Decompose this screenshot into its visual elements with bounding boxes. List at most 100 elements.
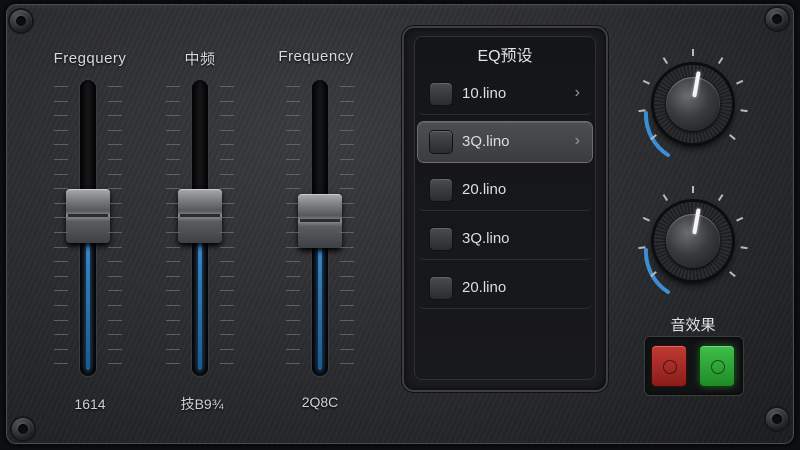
chevron-right-icon: › — [574, 132, 580, 149]
fader-3[interactable] — [280, 78, 360, 378]
rotary-knob-2[interactable] — [628, 186, 758, 302]
eq-preset-item-selected[interactable]: 3Q.lino › — [418, 122, 592, 162]
fader-scale-tick — [286, 290, 300, 292]
fader-1-label: Fregquery — [53, 50, 127, 67]
fader-scale-tick — [286, 86, 300, 87]
fader-scale-tick — [286, 261, 300, 263]
fader-scale-tick — [108, 115, 122, 117]
fader-scale-tick — [166, 319, 180, 321]
fader-1-value: 1614 — [74, 396, 106, 412]
fader-scale-tick — [340, 188, 354, 190]
fader-scale-tick — [220, 173, 234, 175]
fader-2-label: 中频 — [184, 51, 216, 68]
fader-scale-tick — [108, 275, 122, 277]
fader-scale-tick — [220, 100, 234, 102]
fader-scale-tick — [54, 100, 68, 102]
preset-checkbox[interactable] — [430, 277, 452, 299]
fader-scale-tick — [220, 261, 234, 263]
fader-handle[interactable] — [298, 194, 342, 248]
fader-scale-tick — [286, 159, 300, 160]
fader-scale-tick — [166, 261, 180, 263]
knob-dial[interactable] — [654, 202, 732, 280]
fader-scale-tick — [54, 246, 68, 248]
preset-checkbox[interactable] — [430, 83, 452, 105]
fader-scale-tick — [340, 232, 354, 233]
fader-2[interactable] — [160, 78, 240, 378]
fader-scale-tick — [340, 159, 354, 160]
fader-scale-tick — [286, 188, 300, 190]
screw-bottom-left — [12, 418, 34, 440]
fader-scale-tick — [166, 246, 180, 248]
fader-scale-tick — [340, 290, 354, 292]
fader-scale-tick — [166, 305, 180, 306]
fader-scale-tick — [340, 261, 354, 263]
fader-handle[interactable] — [178, 189, 222, 243]
eq-preset-item[interactable]: 20.lino — [418, 170, 592, 211]
fader-scale-tick — [108, 129, 122, 131]
fader-scale-tick — [340, 348, 354, 350]
fader-scale-tick — [54, 305, 68, 306]
preset-label: 20.lino — [462, 279, 507, 296]
fader-scale-tick — [340, 217, 354, 219]
led-icon — [711, 360, 725, 374]
fader-scale-tick — [108, 159, 122, 160]
fader-3-label: Frequency — [278, 48, 354, 65]
screw-top-right — [766, 8, 788, 30]
fader-scale-tick — [220, 202, 234, 204]
fader-scale-tick — [54, 129, 68, 131]
preset-checkbox[interactable] — [430, 131, 452, 153]
fader-scale-tick — [166, 129, 180, 131]
screw-top-left — [10, 10, 32, 32]
fader-scale-tick — [166, 202, 180, 204]
fader-scale-tick — [54, 217, 68, 219]
fader-scale-tick — [340, 246, 354, 248]
fader-scale-tick — [220, 290, 234, 292]
effect-on-button[interactable] — [700, 346, 734, 386]
effect-off-button[interactable] — [652, 346, 686, 386]
fader-scale-tick — [286, 334, 300, 336]
fader-scale-tick — [166, 188, 180, 190]
fader-scale-tick — [220, 246, 234, 248]
fader-scale-tick — [54, 348, 68, 350]
eq-preset-item[interactable]: 3Q.lino — [418, 219, 592, 260]
fader-scale-tick — [108, 363, 122, 365]
fader-scale-tick — [54, 115, 68, 117]
fader-scale-tick — [220, 115, 234, 117]
fader-scale-tick — [166, 348, 180, 350]
fader-scale-tick — [108, 261, 122, 263]
fader-scale-tick — [54, 363, 68, 365]
fader-scale-tick — [220, 129, 234, 131]
fader-2-value: 技B9¾ — [180, 396, 224, 412]
knob-scale-tick — [692, 186, 694, 193]
fader-scale-tick — [54, 232, 68, 233]
fader-scale-tick — [220, 188, 234, 190]
fader-scale-tick — [166, 144, 180, 146]
fader-scale-tick — [340, 305, 354, 306]
preset-checkbox[interactable] — [430, 228, 452, 250]
fader-handle[interactable] — [66, 189, 110, 243]
fader-scale-tick — [166, 173, 180, 175]
led-icon — [663, 360, 677, 374]
fader-scale-tick — [108, 86, 122, 87]
fader-scale-tick — [220, 363, 234, 365]
fader-scale-tick — [286, 115, 300, 117]
eq-preset-item[interactable]: 10.lino › — [418, 74, 592, 115]
fader-scale-tick — [286, 129, 300, 131]
fader-scale-tick — [220, 144, 234, 146]
rotary-knob-1[interactable] — [628, 49, 758, 165]
fader-scale-tick — [220, 305, 234, 306]
knob-dial[interactable] — [654, 65, 732, 143]
fader-scale-tick — [108, 348, 122, 350]
fader-scale-tick — [54, 86, 68, 87]
fader-scale-tick — [54, 202, 68, 204]
fader-scale-tick — [166, 290, 180, 292]
fader-scale-tick — [340, 86, 354, 87]
eq-preset-title: EQ预设 — [477, 48, 533, 65]
preset-checkbox[interactable] — [430, 179, 452, 201]
fader-1[interactable] — [48, 78, 128, 378]
fader-scale-tick — [340, 115, 354, 117]
sound-effects-label: 音效果 — [670, 317, 716, 334]
fader-scale-tick — [220, 86, 234, 87]
eq-preset-item[interactable]: 20.lino — [418, 268, 592, 309]
fader-scale-tick — [286, 202, 300, 204]
